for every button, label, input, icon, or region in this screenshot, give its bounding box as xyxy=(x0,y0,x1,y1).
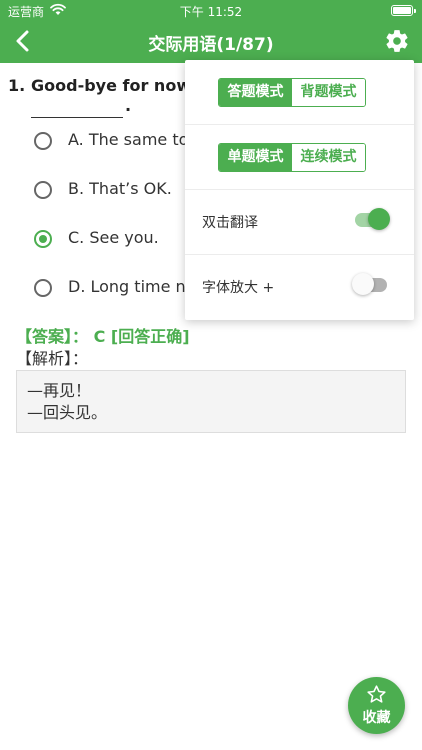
double-tap-translate-label: 双击翻译 xyxy=(202,215,258,231)
answer-blank xyxy=(31,98,123,118)
font-enlarge-toggle[interactable] xyxy=(352,273,387,295)
question-end-period: . xyxy=(125,96,132,115)
option-label: A. The same to xyxy=(68,130,189,149)
toggle-knob xyxy=(352,273,374,295)
question-number: 1. xyxy=(8,76,26,95)
font-enlarge-row: 字体放大 + xyxy=(185,255,414,320)
gear-icon[interactable] xyxy=(384,28,410,54)
segment-single-mode[interactable]: 单题模式 xyxy=(219,144,292,171)
analysis-line: —再见！ xyxy=(27,381,92,400)
analysis-line: —回头见。 xyxy=(27,403,108,422)
option-label: B. That’s OK. xyxy=(68,179,172,198)
answer-result: 【答案】： C [回答正确] xyxy=(16,327,190,346)
status-bar: 运营商 下午 11:52 xyxy=(0,0,422,22)
answer-mode-segment: 答题模式 背题模式 xyxy=(218,78,366,107)
double-tap-translate-row: 双击翻译 xyxy=(185,190,414,255)
double-tap-translate-toggle[interactable] xyxy=(355,208,390,230)
nav-bar: 交际用语(1/87) xyxy=(0,22,422,60)
radio-button[interactable] xyxy=(34,181,52,199)
font-enlarge-label: 字体放大 + xyxy=(202,280,275,296)
page-title: 交际用语(1/87) xyxy=(148,35,274,55)
question-text: Good-bye for now. xyxy=(31,76,197,95)
radio-button-selected[interactable] xyxy=(34,230,52,248)
option-label: D. Long time no xyxy=(68,277,196,296)
radio-button[interactable] xyxy=(34,132,52,150)
settings-menu: 答题模式 背题模式 单题模式 连续模式 双击翻译 字体放大 + xyxy=(185,60,414,320)
segment-continuous-mode[interactable]: 连续模式 xyxy=(292,144,365,171)
flow-row: 单题模式 连续模式 xyxy=(185,125,414,190)
radio-button[interactable] xyxy=(34,279,52,297)
favorite-button[interactable]: 收藏 xyxy=(348,677,405,734)
analysis-box: —再见！ —回头见。 xyxy=(16,370,406,433)
toggle-knob xyxy=(368,208,390,230)
status-time: 下午 11:52 xyxy=(179,5,243,19)
segment-recite-mode[interactable]: 背题模式 xyxy=(292,79,365,106)
segment-answer-mode[interactable]: 答题模式 xyxy=(219,79,292,106)
battery-icon xyxy=(391,5,416,16)
mode-row: 答题模式 背题模式 xyxy=(185,60,414,125)
analysis-label: 【解析】： xyxy=(16,349,89,368)
favorite-label: 收藏 xyxy=(362,710,391,726)
option-label: C. See you. xyxy=(68,228,159,247)
star-icon xyxy=(367,685,386,703)
question-flow-segment: 单题模式 连续模式 xyxy=(218,143,366,172)
